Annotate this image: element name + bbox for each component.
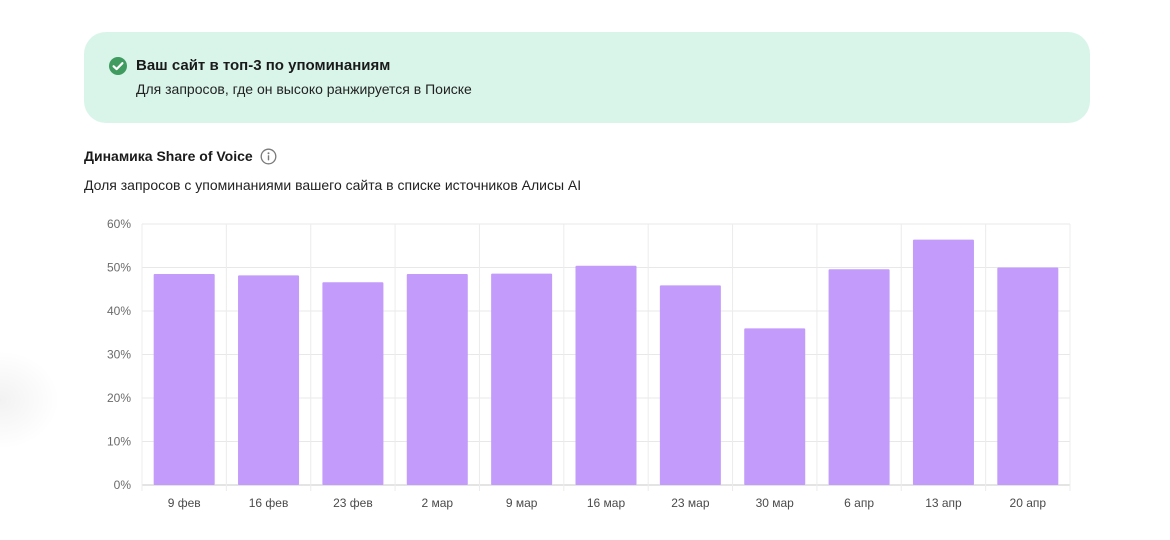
x-tick-label: 23 фев [333,496,373,510]
bar[interactable] [153,274,215,485]
x-tick-label: 20 апр [1010,496,1047,510]
x-axis-labels: 9 фев 16 фев 23 фев 2 мар 9 мар 16 мар 23 мар 3… [168,496,1047,510]
x-tick-label: 30 мар [756,496,795,510]
y-tick-label: 60% [107,217,131,231]
bar[interactable] [744,328,806,485]
share-of-voice-chart: 0% 10% 20% 30% 40% 50% 60% 9 фев 16 фев 23 фев 2 … [107,217,1071,510]
chart-bars [153,239,1059,486]
banner-subtitle: Для запросов, где он высоко ранжируется … [136,81,472,97]
y-tick-label: 30% [107,348,131,362]
bar[interactable] [491,273,553,485]
x-tick-label: 23 мар [671,496,710,510]
edge-shadow [0,350,60,450]
x-tick-label: 13 апр [925,496,962,510]
bar[interactable] [659,285,721,485]
share-of-voice-title-text: Динамика Share of Voice [84,148,253,164]
y-tick-label: 20% [107,391,131,405]
y-tick-label: 0% [114,478,132,492]
x-tick-label: 16 фев [249,496,289,510]
bar[interactable] [997,267,1059,486]
bar[interactable] [912,239,974,485]
y-tick-label: 50% [107,261,131,275]
banner-title: Ваш сайт в топ-3 по упоминаниям [136,57,391,74]
x-tick-label: 6 апр [844,496,874,510]
top-mentions-banner: Ваш сайт в топ-3 по упоминаниям Для запр… [84,32,1090,123]
y-axis-labels: 0% 10% 20% 30% 40% 50% 60% [107,217,131,492]
share-of-voice-subtitle: Доля запросов с упоминаниями вашего сайт… [84,177,582,193]
info-icon[interactable] [260,148,277,165]
x-tick-label: 9 мар [506,496,538,510]
y-tick-label: 10% [107,435,131,449]
bar[interactable] [575,265,637,485]
bar[interactable] [406,274,468,485]
y-tick-label: 40% [107,304,131,318]
bar[interactable] [238,275,300,485]
share-of-voice-title: Динамика Share of Voice [84,146,277,166]
bar[interactable] [828,269,890,485]
x-tick-label: 9 фев [168,496,201,510]
x-tick-label: 2 мар [421,496,453,510]
check-circle-icon [109,57,127,75]
bar[interactable] [322,282,384,485]
x-tick-label: 16 мар [587,496,626,510]
